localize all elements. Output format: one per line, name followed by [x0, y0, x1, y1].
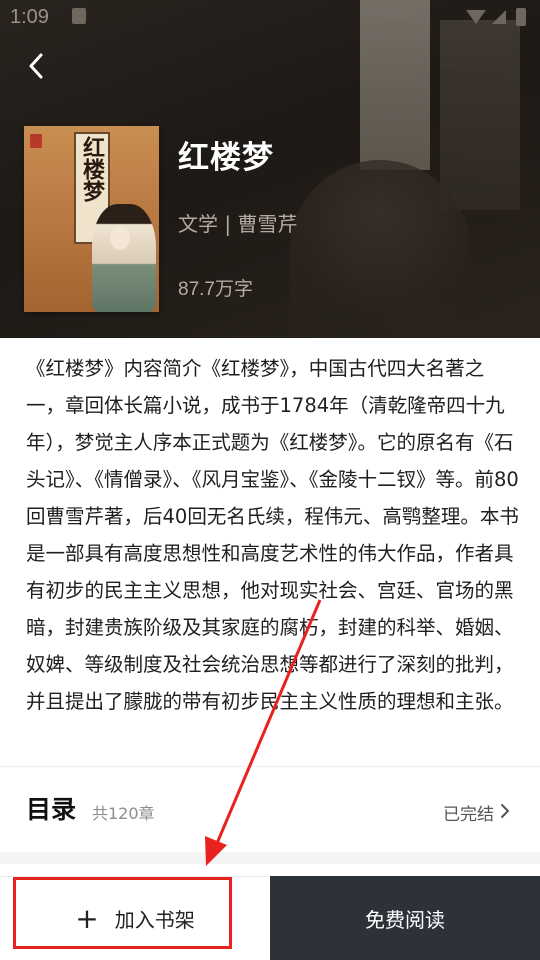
add-to-shelf-button[interactable]: + 加入书架 — [0, 876, 270, 960]
battery-icon — [516, 8, 526, 26]
book-meta: 文学 | 曹雪芹 — [178, 212, 298, 236]
status-time: 1:09 — [10, 6, 49, 28]
cover-illustration — [92, 204, 156, 312]
book-word-count: 87.7万字 — [178, 279, 253, 300]
background-figure — [290, 160, 470, 338]
divider — [0, 766, 540, 767]
chevron-left-icon — [29, 53, 43, 79]
notification-icon — [72, 8, 86, 24]
book-title: 红楼梦 — [178, 140, 274, 176]
chevron-right-icon — [501, 804, 509, 818]
cover-illustration-face — [110, 226, 130, 250]
read-free-label: 免费阅读 — [365, 907, 445, 932]
book-cover[interactable]: 红楼梦 — [24, 126, 159, 312]
read-free-button[interactable]: 免费阅读 — [270, 876, 540, 960]
book-header: 1:09 红楼梦 红楼梦 文学 | 曹雪芹 87.7万字 — [0, 0, 540, 338]
plus-icon: + — [75, 901, 99, 935]
bottom-action-bar: + 加入书架 免费阅读 — [0, 876, 540, 960]
cover-seal — [30, 134, 42, 148]
background-calligraphy-secondary — [440, 20, 520, 210]
signal-icon — [492, 10, 506, 24]
add-to-shelf-label: 加入书架 — [114, 908, 195, 932]
back-button[interactable] — [20, 50, 52, 82]
book-description: 《红楼梦》内容简介《红楼梦》，中国古代四大名著之一，章回体长篇小说，成书于178… — [26, 357, 519, 713]
toc-chapter-count: 共120章 — [92, 804, 155, 823]
toc-title: 目录 — [26, 795, 77, 824]
section-gap — [0, 852, 540, 864]
cover-title: 红楼梦 — [79, 136, 105, 202]
toc-status: 已完结 — [443, 805, 494, 825]
table-of-contents-row[interactable]: 目录 共120章 已完结 — [0, 768, 540, 852]
status-indicators — [460, 6, 530, 28]
wifi-icon — [466, 10, 486, 24]
status-bar: 1:09 — [0, 0, 540, 36]
